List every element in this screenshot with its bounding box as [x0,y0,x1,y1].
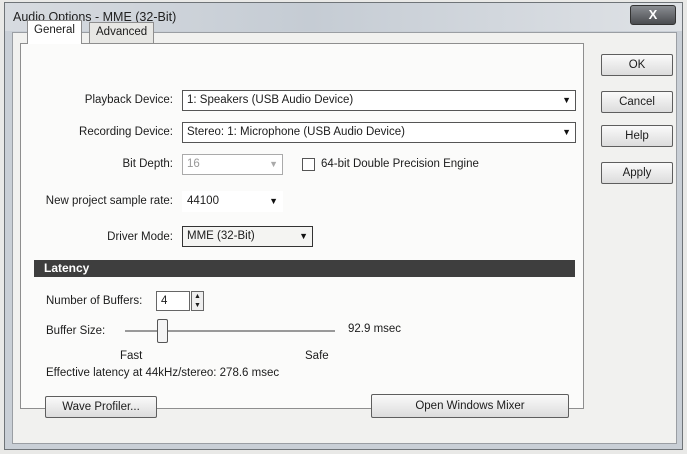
dropdown-arrow-icon: ▼ [299,231,308,241]
dropdown-arrow-icon: ▼ [562,95,571,105]
number-of-buffers-label: Number of Buffers: [46,295,143,307]
bit-depth-label: Bit Depth: [122,158,174,170]
driver-mode-value: MME (32-Bit) [187,230,255,242]
cancel-button[interactable]: Cancel [601,91,673,113]
number-of-buffers-spinner[interactable]: ▲ ▼ [191,291,204,311]
dropdown-arrow-icon: ▼ [269,196,278,206]
recording-device-select[interactable]: Stereo: 1: Microphone (USB Audio Device)… [182,122,576,143]
wave-profiler-button[interactable]: Wave Profiler... [45,396,157,418]
buffer-size-slider-thumb[interactable] [157,319,169,343]
audio-options-window: Audio Options - MME (32-Bit) X General A… [4,2,683,450]
number-of-buffers-input[interactable]: 4 [156,291,190,311]
bit-depth-value: 16 [187,158,200,170]
effective-latency-text: Effective latency at 44kHz/stereo: 278.6… [46,367,280,379]
sample-rate-value: 44100 [187,195,219,207]
apply-button[interactable]: Apply [601,162,673,184]
recording-device-label: Recording Device: [79,126,173,138]
driver-mode-select[interactable]: MME (32-Bit) ▼ [182,226,313,247]
sample-rate-select[interactable]: 44100 ▼ [182,191,283,212]
sample-rate-label: New project sample rate: [45,195,173,207]
spin-up-icon[interactable]: ▲ [194,293,201,300]
help-button[interactable]: Help [601,125,673,147]
recording-device-value: Stereo: 1: Microphone (USB Audio Device) [187,126,405,138]
dropdown-arrow-icon: ▼ [269,159,278,169]
double-precision-label: 64-bit Double Precision Engine [321,158,479,170]
playback-device-select[interactable]: 1: Speakers (USB Audio Device) ▼ [182,90,576,111]
buffer-size-label: Buffer Size: [46,325,106,337]
fast-label: Fast [120,350,143,362]
close-button[interactable]: X [630,5,676,25]
playback-device-value: 1: Speakers (USB Audio Device) [187,94,354,106]
spin-down-icon[interactable]: ▼ [194,302,201,309]
driver-mode-label: Driver Mode: [107,231,173,243]
open-windows-mixer-button[interactable]: Open Windows Mixer [371,394,569,418]
ok-button[interactable]: OK [601,54,673,76]
safe-label: Safe [305,350,329,362]
tab-advanced[interactable]: Advanced [89,22,155,43]
double-precision-checkbox[interactable] [302,158,315,171]
bit-depth-select: 16 ▼ [182,154,283,175]
buffer-size-value: 92.9 msec [348,323,402,335]
dropdown-arrow-icon: ▼ [562,127,571,137]
tab-general[interactable]: General [27,20,82,44]
playback-device-label: Playback Device: [84,94,173,106]
latency-section-header: Latency [34,260,575,277]
